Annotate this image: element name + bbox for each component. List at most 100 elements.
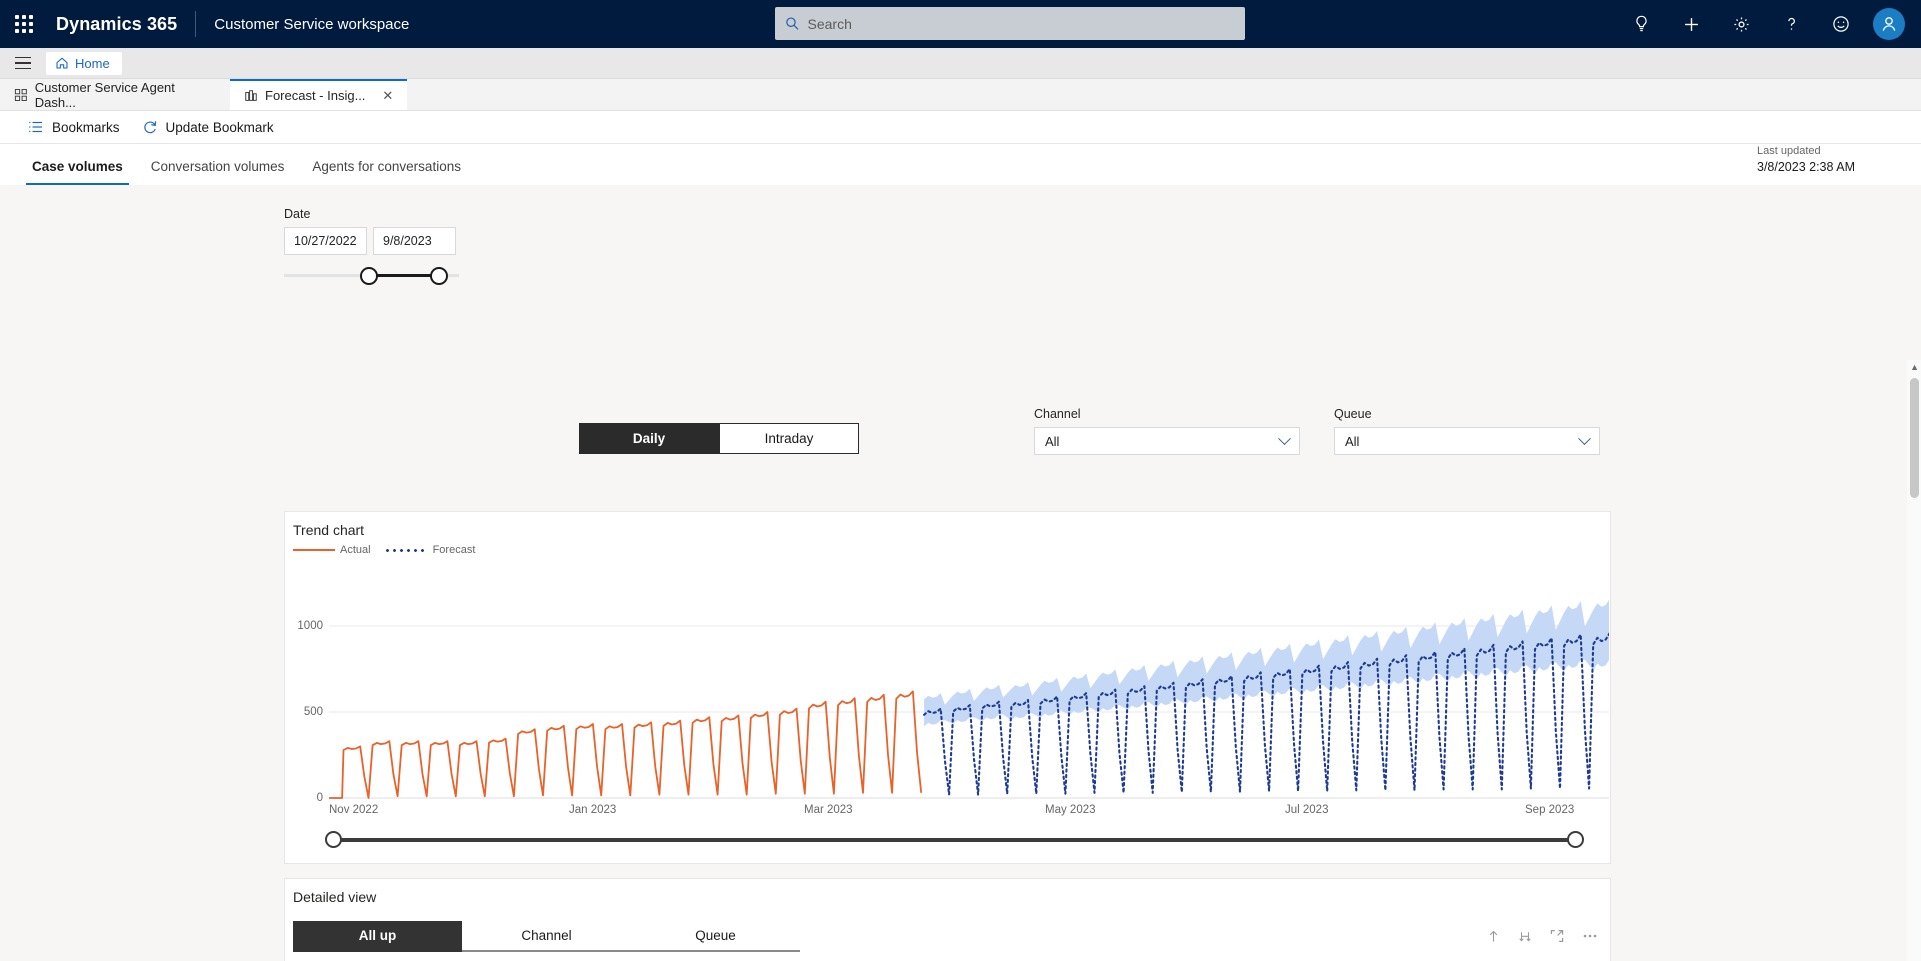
nav-home-button[interactable]: Home [46,52,122,75]
date-start-input[interactable]: 10/27/2022 [284,227,367,255]
date-filter-label: Date [284,207,459,221]
detailed-view-title: Detailed view [285,879,1610,905]
queue-filter-value: All [1345,434,1359,449]
x-tick-2: Mar 2023 [804,804,853,816]
nav-home-label: Home [75,56,110,71]
search-input[interactable] [800,16,1236,32]
canvas-scrollbar[interactable]: ▲ ▼ [1907,360,1921,961]
granularity-intraday-button[interactable]: Intraday [719,423,859,454]
bookmarks-label: Bookmarks [52,120,120,135]
tab-conversation-volumes[interactable]: Conversation volumes [137,159,299,185]
session-tab-agent-dashboard[interactable]: Customer Service Agent Dash... [0,79,230,110]
channel-filter-dropdown[interactable]: All [1034,427,1300,455]
last-updated: Last updated 3/8/2023 2:38 AM [1757,144,1855,176]
x-tick-1: Jan 2023 [569,804,616,816]
queue-filter: Queue All [1334,407,1600,455]
trend-chart-card: Trend chart Actual Forecast 1000 500 0 N… [284,511,1611,864]
session-tab-strip: Customer Service Agent Dash... Forecast … [0,79,1921,111]
detailed-view-tabs: All up Channel Queue [293,921,1610,952]
help-icon[interactable] [1767,0,1815,48]
last-updated-label: Last updated [1757,144,1855,159]
chart-slider-track [333,838,1576,842]
drill-down-icon[interactable] [1518,930,1532,943]
session-tab-label: Forecast - Insig... [265,88,365,103]
granularity-toggle: Daily Intraday [579,423,859,454]
y-tick-1000: 1000 [287,620,323,632]
global-search[interactable] [775,7,1245,40]
x-tick-5: Sep 2023 [1525,804,1574,816]
x-tick-0: Nov 2022 [329,804,378,816]
more-options-icon[interactable] [1582,933,1598,939]
plus-icon[interactable] [1667,0,1715,48]
legend-forecast-swatch [384,549,428,552]
app-name: Customer Service workspace [214,16,409,33]
channel-filter: Channel All [1034,407,1300,455]
trend-chart-title: Trend chart [285,512,1610,538]
session-tab-forecast[interactable]: Forecast - Insig... ✕ [230,79,407,110]
tab-agents-for-conversations[interactable]: Agents for conversations [298,159,475,185]
refresh-icon [142,119,158,135]
channel-filter-value: All [1045,434,1059,449]
trend-chart-svg [329,570,1609,820]
chart-slider-handle-end[interactable] [1567,831,1584,848]
report-tab-bar: Case volumes Conversation volumes Agents… [0,144,1921,185]
bookmarks-icon [28,120,44,134]
date-end-input[interactable]: 9/8/2023 [373,227,456,255]
legend-actual-swatch [293,549,335,551]
scroll-up-icon[interactable]: ▲ [1910,362,1919,372]
detailed-tab-all-up[interactable]: All up [293,921,462,952]
last-updated-value: 3/8/2023 2:38 AM [1757,159,1855,176]
detailed-tab-queue[interactable]: Queue [631,921,800,952]
session-tab-label: Customer Service Agent Dash... [35,80,216,110]
granularity-daily-button[interactable]: Daily [579,423,719,454]
user-avatar[interactable] [1873,8,1905,40]
queue-filter-dropdown[interactable]: All [1334,427,1600,455]
channel-filter-label: Channel [1034,407,1300,421]
chart-slider-handle-start[interactable] [325,831,342,848]
home-icon [55,56,69,70]
lightbulb-icon[interactable] [1617,0,1665,48]
brand-title: Dynamics 365 [48,14,177,35]
update-bookmark-button[interactable]: Update Bookmark [142,119,274,135]
site-map-icon[interactable] [8,49,38,77]
trend-chart-plot: 1000 500 0 Nov 2022 Jan 2023 Mar 2023 Ma… [285,570,1610,827]
legend-actual-label: Actual [340,544,371,556]
bookmarks-button[interactable]: Bookmarks [28,120,120,135]
focus-mode-icon[interactable] [1550,929,1564,943]
header-actions [1617,0,1911,48]
x-tick-4: Jul 2023 [1285,804,1328,816]
tab-case-volumes[interactable]: Case volumes [18,159,137,185]
chart-range-slider[interactable] [325,831,1584,849]
trend-chart-legend: Actual Forecast [285,538,1610,556]
slider-handle-end[interactable] [430,267,448,285]
dashboard-icon [14,88,28,102]
app-header: Dynamics 365 Customer Service workspace [0,0,1921,48]
close-icon[interactable]: ✕ [382,88,393,104]
visual-toolbar [1487,929,1598,943]
date-filter: Date 10/27/2022 9/8/2023 [284,207,459,289]
report-canvas: Date 10/27/2022 9/8/2023 Daily Intraday … [0,185,1921,961]
drill-up-icon[interactable] [1487,930,1500,943]
date-range-slider[interactable] [284,261,459,289]
search-icon [785,16,800,31]
y-tick-500: 500 [287,706,323,718]
scroll-thumb[interactable] [1910,378,1919,498]
brand-divider [195,11,196,37]
x-tick-3: May 2023 [1045,804,1096,816]
detailed-tab-channel[interactable]: Channel [462,921,631,952]
slider-handle-start[interactable] [360,267,378,285]
chevron-down-icon [1578,432,1591,445]
smiley-icon[interactable] [1817,0,1865,48]
detailed-view-card: Detailed view All up Channel Queue [284,878,1611,961]
update-bookmark-label: Update Bookmark [166,120,274,135]
filter-bar: Date 10/27/2022 9/8/2023 Daily Intraday … [0,185,1921,275]
report-icon [244,89,258,103]
navigation-bar: Home [0,48,1921,79]
queue-filter-label: Queue [1334,407,1600,421]
report-command-bar: Bookmarks Update Bookmark [0,111,1921,144]
gear-icon[interactable] [1717,0,1765,48]
legend-forecast-label: Forecast [433,544,476,556]
app-launcher-icon[interactable] [0,0,48,48]
chevron-down-icon [1278,432,1291,445]
y-tick-0: 0 [287,792,323,804]
